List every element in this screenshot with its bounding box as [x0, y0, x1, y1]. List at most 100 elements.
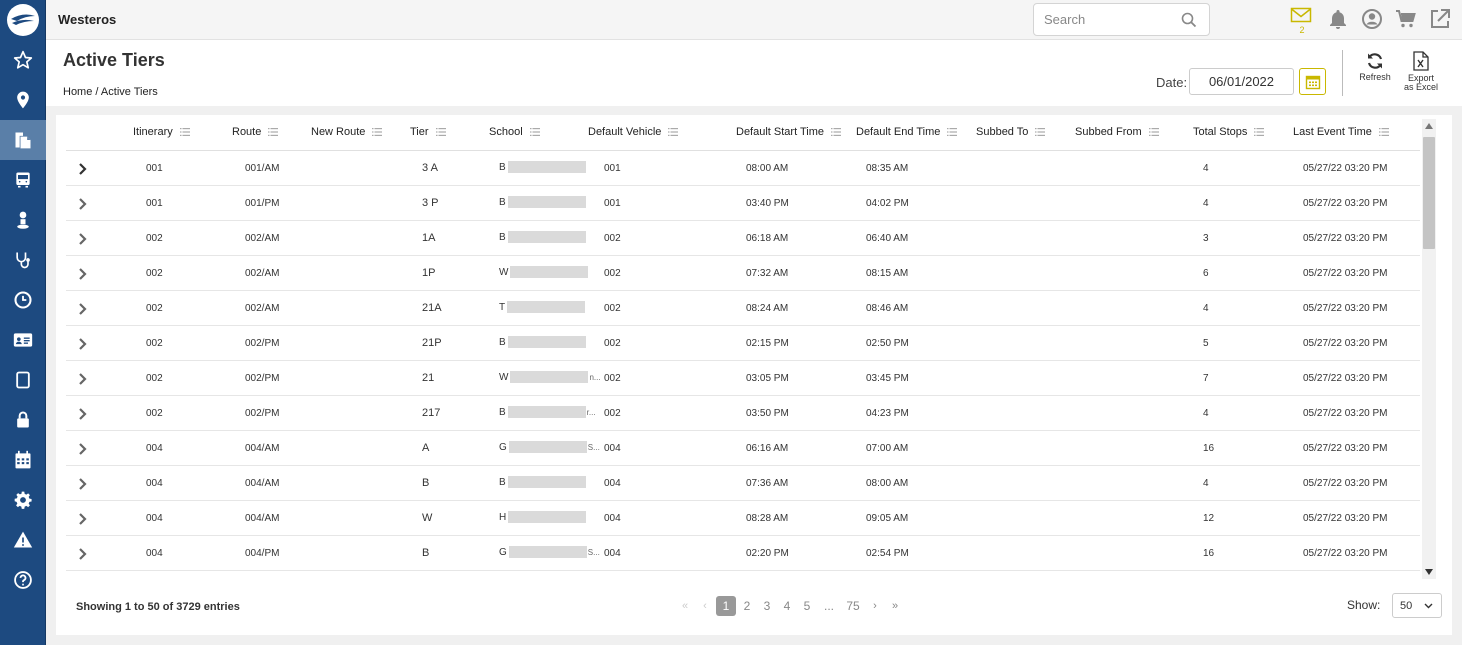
- school-initial: W: [499, 266, 509, 278]
- date-picker-button[interactable]: [1299, 68, 1326, 95]
- sidebar-item-drivers[interactable]: [0, 200, 46, 240]
- column-menu-icon[interactable]: [831, 128, 842, 136]
- table-row[interactable]: 002 002/AM 1P W 002 07:32 AM 08:15 AM 6 05/27/22…: [66, 256, 1420, 291]
- school-initial: T: [499, 301, 506, 313]
- column-menu-icon[interactable]: [1148, 128, 1159, 136]
- column-menu-icon[interactable]: [1254, 128, 1265, 136]
- table-row[interactable]: 001 001/PM 3 P B 001 03:40 PM 04:02 PM 4 05/27/2…: [66, 186, 1420, 221]
- sidebar-item-time[interactable]: [0, 280, 46, 320]
- expand-row-chevron-icon[interactable]: [78, 268, 88, 280]
- sidebar-item-calendar[interactable]: [0, 440, 46, 480]
- table-row[interactable]: 004 004/AM W H 004 08:28 AM 09:05 AM 12 05/27/22…: [66, 501, 1420, 536]
- search-box[interactable]: [1033, 3, 1210, 36]
- user-profile-icon[interactable]: [1361, 8, 1383, 30]
- column-header-default-end-time[interactable]: Default End Time: [856, 126, 958, 138]
- sidebar-item-documents[interactable]: [0, 120, 46, 160]
- table-row[interactable]: 004 004/AM B B 004 07:36 AM 08:00 AM 4 05/27/22 …: [66, 466, 1420, 501]
- logo-icon[interactable]: [7, 4, 39, 36]
- cell-default-vehicle: 002: [604, 303, 621, 314]
- page-button-3[interactable]: 3: [758, 599, 776, 613]
- date-input[interactable]: 06/01/2022: [1189, 68, 1294, 95]
- column-menu-icon[interactable]: [268, 128, 279, 136]
- page-size-select[interactable]: 50: [1392, 593, 1442, 618]
- search-input[interactable]: [1044, 12, 1174, 27]
- sidebar-item-help[interactable]: [0, 560, 46, 600]
- redacted-school-name: [507, 476, 586, 488]
- scrollbar-thumb[interactable]: [1423, 137, 1435, 249]
- scroll-down-arrow-icon[interactable]: [1425, 569, 1433, 575]
- expand-row-chevron-icon[interactable]: [78, 373, 88, 385]
- cell-default-start-time: 07:32 AM: [746, 268, 789, 279]
- column-header-default-vehicle[interactable]: Default Vehicle: [588, 126, 679, 138]
- last-page-button[interactable]: »: [886, 600, 904, 612]
- school-truncated-suffix: S...: [587, 442, 600, 452]
- sidebar-item-tablets[interactable]: [0, 360, 46, 400]
- column-header-subbed-to[interactable]: Subbed To: [976, 126, 1046, 138]
- column-menu-icon[interactable]: [1378, 128, 1389, 136]
- cell-default-end-time: 06:40 AM: [866, 233, 909, 244]
- column-menu-icon[interactable]: [1035, 128, 1046, 136]
- sidebar-item-settings[interactable]: [0, 480, 46, 520]
- expand-row-chevron-icon[interactable]: [78, 443, 88, 455]
- sidebar-item-vehicles[interactable]: [0, 160, 46, 200]
- sidebar-item-locations[interactable]: [0, 80, 46, 120]
- table-row[interactable]: 004 004/PM B G S... 004 02:20 PM 02:54 PM 16 05/2…: [66, 536, 1420, 571]
- table-row[interactable]: 002 002/AM 1A B 002 06:18 AM 06:40 AM 3 05/27/22…: [66, 221, 1420, 256]
- page-button-5[interactable]: 5: [798, 599, 816, 613]
- sidebar-item-ids[interactable]: [0, 320, 46, 360]
- sidebar-item-health[interactable]: [0, 240, 46, 280]
- table-row[interactable]: 001 001/AM 3 A B 001 08:00 AM 08:35 AM 4 05/27/2…: [66, 151, 1420, 186]
- page-button-1[interactable]: 1: [716, 596, 736, 616]
- refresh-button[interactable]: Refresh: [1354, 52, 1396, 82]
- expand-row-chevron-icon[interactable]: [78, 408, 88, 420]
- cart-icon[interactable]: [1395, 8, 1417, 30]
- column-menu-icon[interactable]: [947, 128, 958, 136]
- column-menu-icon[interactable]: [529, 128, 540, 136]
- column-header-default-start-time[interactable]: Default Start Time: [736, 126, 842, 138]
- page-button-last[interactable]: 75: [842, 599, 864, 613]
- column-menu-icon[interactable]: [435, 128, 446, 136]
- column-menu-icon[interactable]: [372, 128, 383, 136]
- column-header-tier[interactable]: Tier: [410, 126, 446, 138]
- expand-row-chevron-icon[interactable]: [78, 338, 88, 350]
- scroll-up-arrow-icon[interactable]: [1425, 123, 1433, 129]
- expand-row-chevron-icon[interactable]: [78, 548, 88, 560]
- expand-row-chevron-icon[interactable]: [78, 233, 88, 245]
- page-header: Active Tiers Home / Active Tiers Date: 0…: [46, 40, 1462, 106]
- expand-row-chevron-icon[interactable]: [78, 513, 88, 525]
- mail-icon[interactable]: [1290, 5, 1312, 27]
- page-button-4[interactable]: 4: [778, 599, 796, 613]
- sidebar-item-security[interactable]: [0, 400, 46, 440]
- expand-row-chevron-icon[interactable]: [78, 163, 88, 175]
- expand-row-chevron-icon[interactable]: [78, 198, 88, 210]
- column-header-total-stops[interactable]: Total Stops: [1193, 126, 1265, 138]
- column-header-new-route[interactable]: New Route: [311, 126, 383, 138]
- sidebar-item-favorites[interactable]: [0, 40, 46, 80]
- search-icon[interactable]: [1181, 12, 1197, 28]
- column-header-school[interactable]: School: [489, 126, 540, 138]
- column-menu-icon[interactable]: [668, 128, 679, 136]
- prev-page-button[interactable]: ‹: [696, 600, 714, 612]
- page-button-2[interactable]: 2: [738, 599, 756, 613]
- column-menu-icon[interactable]: [179, 128, 190, 136]
- table-row[interactable]: 002 002/AM 21A T 002 08:24 AM 08:46 AM 4 05/27/2…: [66, 291, 1420, 326]
- table-row[interactable]: 002 002/PM 21 Wn... 002 03:05 PM 03:45 PM 7 05/2…: [66, 361, 1420, 396]
- column-header-route[interactable]: Route: [232, 126, 279, 138]
- column-header-subbed-from[interactable]: Subbed From: [1075, 126, 1159, 138]
- first-page-button[interactable]: «: [676, 600, 694, 612]
- external-link-icon[interactable]: [1429, 8, 1451, 30]
- next-page-button[interactable]: ›: [866, 600, 884, 612]
- breadcrumb-home[interactable]: Home: [63, 86, 92, 98]
- table-row[interactable]: 002 002/PM 21P B 002 02:15 PM 02:50 PM 5 05/27/2…: [66, 326, 1420, 361]
- column-header-itinerary[interactable]: Itinerary: [133, 126, 190, 138]
- expand-row-chevron-icon[interactable]: [78, 478, 88, 490]
- export-excel-button[interactable]: Export as Excel: [1400, 51, 1442, 92]
- table-row[interactable]: 002 002/PM 217 Br... 002 03:50 PM 04:23 PM 4 05/…: [66, 396, 1420, 431]
- expand-row-chevron-icon[interactable]: [78, 303, 88, 315]
- bell-icon[interactable]: [1327, 8, 1349, 30]
- cell-default-start-time: 03:50 PM: [746, 408, 789, 419]
- column-header-last-event-time[interactable]: Last Event Time: [1293, 126, 1389, 138]
- cell-default-end-time: 04:23 PM: [866, 408, 909, 419]
- sidebar-item-alerts[interactable]: [0, 520, 46, 560]
- table-row[interactable]: 004 004/AM A G S... 004 06:16 AM 07:00 AM 16 05/2…: [66, 431, 1420, 466]
